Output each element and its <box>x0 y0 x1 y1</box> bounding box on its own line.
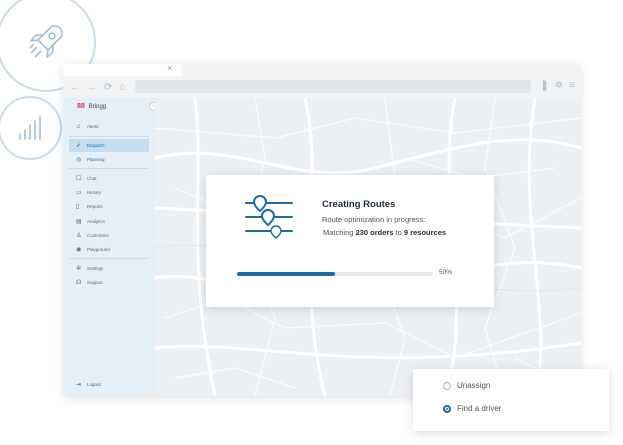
sidebar-item-logout[interactable]: ⇥ Logout <box>69 378 149 391</box>
bar-chart-icon <box>19 116 41 140</box>
sidebar-item-label: Reports <box>87 204 103 209</box>
tab-bar-background <box>181 64 581 76</box>
sidebar-item-label: Settings <box>87 266 104 271</box>
sidebar-item-playground[interactable]: ◉ Playground <box>69 243 149 256</box>
sidebar-item-analytics[interactable]: ▤ Analytics <box>69 215 149 228</box>
matching-to: to <box>393 228 404 237</box>
tab-bar: × <box>63 64 581 76</box>
sidebar-item-customers[interactable]: ♙ Customers <box>69 229 149 242</box>
close-tab-icon[interactable]: × <box>167 64 172 73</box>
progress-bar <box>237 272 433 276</box>
address-bar[interactable] <box>135 80 531 93</box>
sidebar-item-planning[interactable]: ◎ Planning <box>69 153 149 166</box>
bringg-logo: 88 <box>77 103 85 110</box>
forward-icon[interactable]: → <box>87 82 97 93</box>
logout-icon: ⇥ <box>76 382 82 388</box>
dialog-title: Creating Routes <box>322 199 396 210</box>
unassign-radio[interactable] <box>443 381 451 390</box>
sidebar-item-chat[interactable]: ☐ Chat <box>69 172 149 185</box>
resources-count: 9 resources <box>403 228 447 237</box>
option-label: Unassign <box>457 381 491 390</box>
sidebar-divider <box>69 136 149 137</box>
sidebar-item-alerts[interactable]: ♫ Alerts <box>69 120 149 133</box>
bookmark-icon[interactable]: ❚ <box>540 80 548 91</box>
matching-status: Matching 230 orders to 9 resources <box>323 228 446 237</box>
customers-icon: ♙ <box>76 233 82 239</box>
sidebar-item-support[interactable]: ☊ Support <box>69 276 149 289</box>
rocket-icon <box>29 25 63 58</box>
option-label: Find a driver <box>457 404 502 413</box>
sidebar-divider <box>69 258 149 259</box>
browser-tab[interactable]: × <box>63 64 178 76</box>
brand[interactable]: 88 Bringg <box>77 103 106 110</box>
home-icon[interactable]: ⌂ <box>119 82 125 93</box>
sidebar-item-reports[interactable]: ▯ Reports <box>69 200 149 213</box>
creating-routes-dialog: Creating Routes Route optimization in pr… <box>206 175 494 307</box>
analytics-badge <box>0 96 62 160</box>
gear-icon: ✲ <box>76 266 82 272</box>
back-icon[interactable]: ← <box>70 82 80 93</box>
progress-bar-fill <box>237 272 335 276</box>
browser-toolbar: ← → ⟳ ⌂ ❚ ✲ ≡ <box>63 76 581 98</box>
chat-icon: ☐ <box>76 176 82 182</box>
sidebar-item-label: Logout <box>87 382 101 387</box>
sidebar-item-label: Support <box>87 280 103 285</box>
headset-icon: ☊ <box>76 280 82 286</box>
sidebar-item-label: History <box>87 190 102 195</box>
history-icon: ▭ <box>76 190 82 196</box>
sidebar-item-label: Analytics <box>87 219 106 224</box>
sidebar: 88 Bringg ‹ ♫ Alerts ➶ Dispatch ◎ Planni… <box>63 98 158 396</box>
option-unassign[interactable]: Unassign <box>443 381 490 390</box>
matching-prefix: Matching <box>323 228 356 237</box>
analytics-icon: ▤ <box>76 219 82 225</box>
dialog-subtitle: Route optimization in progress: <box>322 215 426 224</box>
sidebar-item-label: Dispatch <box>87 143 105 148</box>
extensions-icon[interactable]: ✲ <box>555 80 563 91</box>
find-a-driver-radio[interactable] <box>443 404 451 413</box>
sidebar-divider <box>69 168 149 169</box>
sidebar-item-dispatch[interactable]: ➶ Dispatch <box>69 139 149 152</box>
progress-percent: 50% <box>439 269 453 276</box>
sidebar-item-history[interactable]: ▭ History <box>69 186 149 199</box>
assign-options-popup: Unassign Find a driver <box>413 369 609 431</box>
target-icon: ◎ <box>76 157 82 163</box>
option-find-a-driver[interactable]: Find a driver <box>443 404 501 413</box>
sidebar-item-label: Alerts <box>87 124 99 129</box>
reload-icon[interactable]: ⟳ <box>104 82 112 93</box>
sidebar-item-settings[interactable]: ✲ Settings <box>69 262 149 275</box>
sidebar-item-label: Planning <box>87 157 105 162</box>
bell-icon: ♫ <box>76 123 81 130</box>
brand-name: Bringg <box>88 103 107 110</box>
rocket-icon: ➶ <box>76 143 82 149</box>
report-icon: ▯ <box>76 204 80 210</box>
route-sliders-icon <box>245 195 293 239</box>
sidebar-item-label: Chat <box>87 176 97 181</box>
sidebar-item-label: Playground <box>87 247 110 252</box>
sidebar-item-label: Customers <box>87 233 109 238</box>
orders-count: 230 orders <box>355 228 394 237</box>
playground-icon: ◉ <box>76 247 82 253</box>
menu-icon[interactable]: ≡ <box>569 80 575 91</box>
